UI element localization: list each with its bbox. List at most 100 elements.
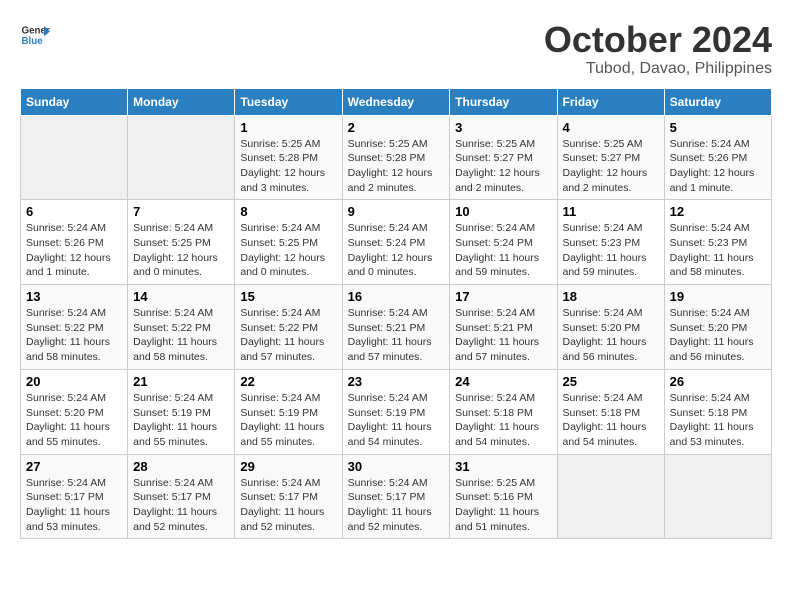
- calendar-cell: 6 Sunrise: 5:24 AMSunset: 5:26 PMDaylight…: [21, 200, 128, 285]
- day-detail: Sunrise: 5:24 AMSunset: 5:17 PMDaylight:…: [348, 476, 445, 535]
- day-number: 7: [133, 204, 229, 219]
- day-detail: Sunrise: 5:24 AMSunset: 5:17 PMDaylight:…: [240, 476, 336, 535]
- day-number: 4: [563, 120, 659, 135]
- day-detail: Sunrise: 5:24 AMSunset: 5:18 PMDaylight:…: [563, 391, 659, 450]
- calendar-cell: 22 Sunrise: 5:24 AMSunset: 5:19 PMDayligh…: [235, 369, 342, 454]
- calendar-cell: [21, 115, 128, 200]
- svg-text:Blue: Blue: [22, 36, 44, 47]
- day-detail: Sunrise: 5:24 AMSunset: 5:24 PMDaylight:…: [455, 221, 551, 280]
- calendar-cell: 14Sunrise: 5:24 AMSunset: 5:22 PMDayligh…: [128, 285, 235, 370]
- calendar-cell: 21 Sunrise: 5:24 AMSunset: 5:19 PMDayligh…: [128, 369, 235, 454]
- calendar-week-row: 27Sunrise: 5:24 AMSunset: 5:17 PMDayligh…: [21, 454, 772, 539]
- day-number: 16: [348, 289, 445, 304]
- day-detail: Sunrise: 5:24 AMSunset: 5:25 PMDaylight:…: [240, 221, 336, 280]
- day-detail: Sunrise: 5:25 AMSunset: 5:28 PMDaylight:…: [348, 137, 445, 196]
- calendar-cell: 2 Sunrise: 5:25 AMSunset: 5:28 PMDaylight…: [342, 115, 450, 200]
- calendar-cell: 19Sunrise: 5:24 AMSunset: 5:20 PMDayligh…: [664, 285, 771, 370]
- day-detail: Sunrise: 5:24 AMSunset: 5:21 PMDaylight:…: [455, 306, 551, 365]
- calendar-cell: 28 Sunrise: 5:24 AMSunset: 5:17 PMDayligh…: [128, 454, 235, 539]
- day-number: 17: [455, 289, 551, 304]
- day-detail: Sunrise: 5:24 AMSunset: 5:20 PMDaylight:…: [563, 306, 659, 365]
- day-detail: Sunrise: 5:25 AMSunset: 5:16 PMDaylight:…: [455, 476, 551, 535]
- day-detail: Sunrise: 5:24 AMSunset: 5:20 PMDaylight:…: [26, 391, 122, 450]
- day-number: 26: [670, 374, 766, 389]
- calendar-cell: 26 Sunrise: 5:24 AMSunset: 5:18 PMDayligh…: [664, 369, 771, 454]
- calendar-cell: 10 Sunrise: 5:24 AMSunset: 5:24 PMDayligh…: [450, 200, 557, 285]
- calendar-week-row: 6 Sunrise: 5:24 AMSunset: 5:26 PMDaylight…: [21, 200, 772, 285]
- calendar-cell: 20 Sunrise: 5:24 AMSunset: 5:20 PMDayligh…: [21, 369, 128, 454]
- day-number: 25: [563, 374, 659, 389]
- day-detail: Sunrise: 5:24 AMSunset: 5:19 PMDaylight:…: [133, 391, 229, 450]
- day-number: 21: [133, 374, 229, 389]
- day-number: 28: [133, 459, 229, 474]
- day-detail: Sunrise: 5:24 AMSunset: 5:26 PMDaylight:…: [26, 221, 122, 280]
- calendar-cell: [557, 454, 664, 539]
- calendar-cell: 31 Sunrise: 5:25 AMSunset: 5:16 PMDayligh…: [450, 454, 557, 539]
- day-number: 29: [240, 459, 336, 474]
- calendar-cell: 12 Sunrise: 5:24 AMSunset: 5:23 PMDayligh…: [664, 200, 771, 285]
- day-detail: Sunrise: 5:24 AMSunset: 5:19 PMDaylight:…: [348, 391, 445, 450]
- calendar-cell: 1 Sunrise: 5:25 AMSunset: 5:28 PMDaylight…: [235, 115, 342, 200]
- day-number: 10: [455, 204, 551, 219]
- calendar-cell: 23 Sunrise: 5:24 AMSunset: 5:19 PMDayligh…: [342, 369, 450, 454]
- calendar-cell: [664, 454, 771, 539]
- day-number: 20: [26, 374, 122, 389]
- day-number: 14: [133, 289, 229, 304]
- day-detail: Sunrise: 5:24 AMSunset: 5:24 PMDaylight:…: [348, 221, 445, 280]
- day-detail: Sunrise: 5:24 AMSunset: 5:18 PMDaylight:…: [670, 391, 766, 450]
- day-detail: Sunrise: 5:24 AMSunset: 5:22 PMDaylight:…: [240, 306, 336, 365]
- page-title: October 2024: [544, 20, 772, 60]
- day-number: 12: [670, 204, 766, 219]
- page-header: General Blue October 2024 Tubod, Davao, …: [20, 20, 772, 78]
- day-of-week-header: Sunday: [21, 88, 128, 115]
- day-of-week-header: Tuesday: [235, 88, 342, 115]
- day-number: 1: [240, 120, 336, 135]
- day-number: 3: [455, 120, 551, 135]
- day-detail: Sunrise: 5:24 AMSunset: 5:19 PMDaylight:…: [240, 391, 336, 450]
- day-detail: Sunrise: 5:24 AMSunset: 5:17 PMDaylight:…: [133, 476, 229, 535]
- day-number: 18: [563, 289, 659, 304]
- day-number: 23: [348, 374, 445, 389]
- calendar-cell: [128, 115, 235, 200]
- day-number: 9: [348, 204, 445, 219]
- day-of-week-header: Saturday: [664, 88, 771, 115]
- calendar-cell: 25 Sunrise: 5:24 AMSunset: 5:18 PMDayligh…: [557, 369, 664, 454]
- day-number: 8: [240, 204, 336, 219]
- calendar-cell: 11 Sunrise: 5:24 AMSunset: 5:23 PMDayligh…: [557, 200, 664, 285]
- calendar-cell: 18 Sunrise: 5:24 AMSunset: 5:20 PMDayligh…: [557, 285, 664, 370]
- day-of-week-header: Friday: [557, 88, 664, 115]
- day-detail: Sunrise: 5:24 AMSunset: 5:23 PMDaylight:…: [563, 221, 659, 280]
- calendar-cell: 27Sunrise: 5:24 AMSunset: 5:17 PMDayligh…: [21, 454, 128, 539]
- day-detail: Sunrise: 5:24 AMSunset: 5:21 PMDaylight:…: [348, 306, 445, 365]
- calendar-cell: 15 Sunrise: 5:24 AMSunset: 5:22 PMDayligh…: [235, 285, 342, 370]
- day-number: 2: [348, 120, 445, 135]
- day-detail: Sunrise: 5:25 AMSunset: 5:27 PMDaylight:…: [563, 137, 659, 196]
- day-number: 24: [455, 374, 551, 389]
- logo: General Blue: [20, 20, 50, 50]
- calendar-cell: 3Sunrise: 5:25 AMSunset: 5:27 PMDaylight…: [450, 115, 557, 200]
- calendar-table: SundayMondayTuesdayWednesdayThursdayFrid…: [20, 88, 772, 540]
- title-block: October 2024 Tubod, Davao, Philippines: [544, 20, 772, 78]
- day-of-week-header: Monday: [128, 88, 235, 115]
- day-detail: Sunrise: 5:24 AMSunset: 5:18 PMDaylight:…: [455, 391, 551, 450]
- day-of-week-header: Thursday: [450, 88, 557, 115]
- calendar-week-row: 20 Sunrise: 5:24 AMSunset: 5:20 PMDayligh…: [21, 369, 772, 454]
- calendar-cell: 29 Sunrise: 5:24 AMSunset: 5:17 PMDayligh…: [235, 454, 342, 539]
- day-number: 31: [455, 459, 551, 474]
- day-number: 22: [240, 374, 336, 389]
- calendar-body: 1 Sunrise: 5:25 AMSunset: 5:28 PMDaylight…: [21, 115, 772, 539]
- day-detail: Sunrise: 5:24 AMSunset: 5:26 PMDaylight:…: [670, 137, 766, 196]
- calendar-header: SundayMondayTuesdayWednesdayThursdayFrid…: [21, 88, 772, 115]
- calendar-cell: 7 Sunrise: 5:24 AMSunset: 5:25 PMDaylight…: [128, 200, 235, 285]
- day-number: 6: [26, 204, 122, 219]
- day-number: 15: [240, 289, 336, 304]
- calendar-cell: 9 Sunrise: 5:24 AMSunset: 5:24 PMDaylight…: [342, 200, 450, 285]
- day-detail: Sunrise: 5:25 AMSunset: 5:28 PMDaylight:…: [240, 137, 336, 196]
- day-detail: Sunrise: 5:24 AMSunset: 5:25 PMDaylight:…: [133, 221, 229, 280]
- day-number: 11: [563, 204, 659, 219]
- day-detail: Sunrise: 5:24 AMSunset: 5:17 PMDaylight:…: [26, 476, 122, 535]
- day-detail: Sunrise: 5:24 AMSunset: 5:22 PMDaylight:…: [26, 306, 122, 365]
- calendar-cell: 4 Sunrise: 5:25 AMSunset: 5:27 PMDaylight…: [557, 115, 664, 200]
- day-number: 13: [26, 289, 122, 304]
- day-detail: Sunrise: 5:24 AMSunset: 5:23 PMDaylight:…: [670, 221, 766, 280]
